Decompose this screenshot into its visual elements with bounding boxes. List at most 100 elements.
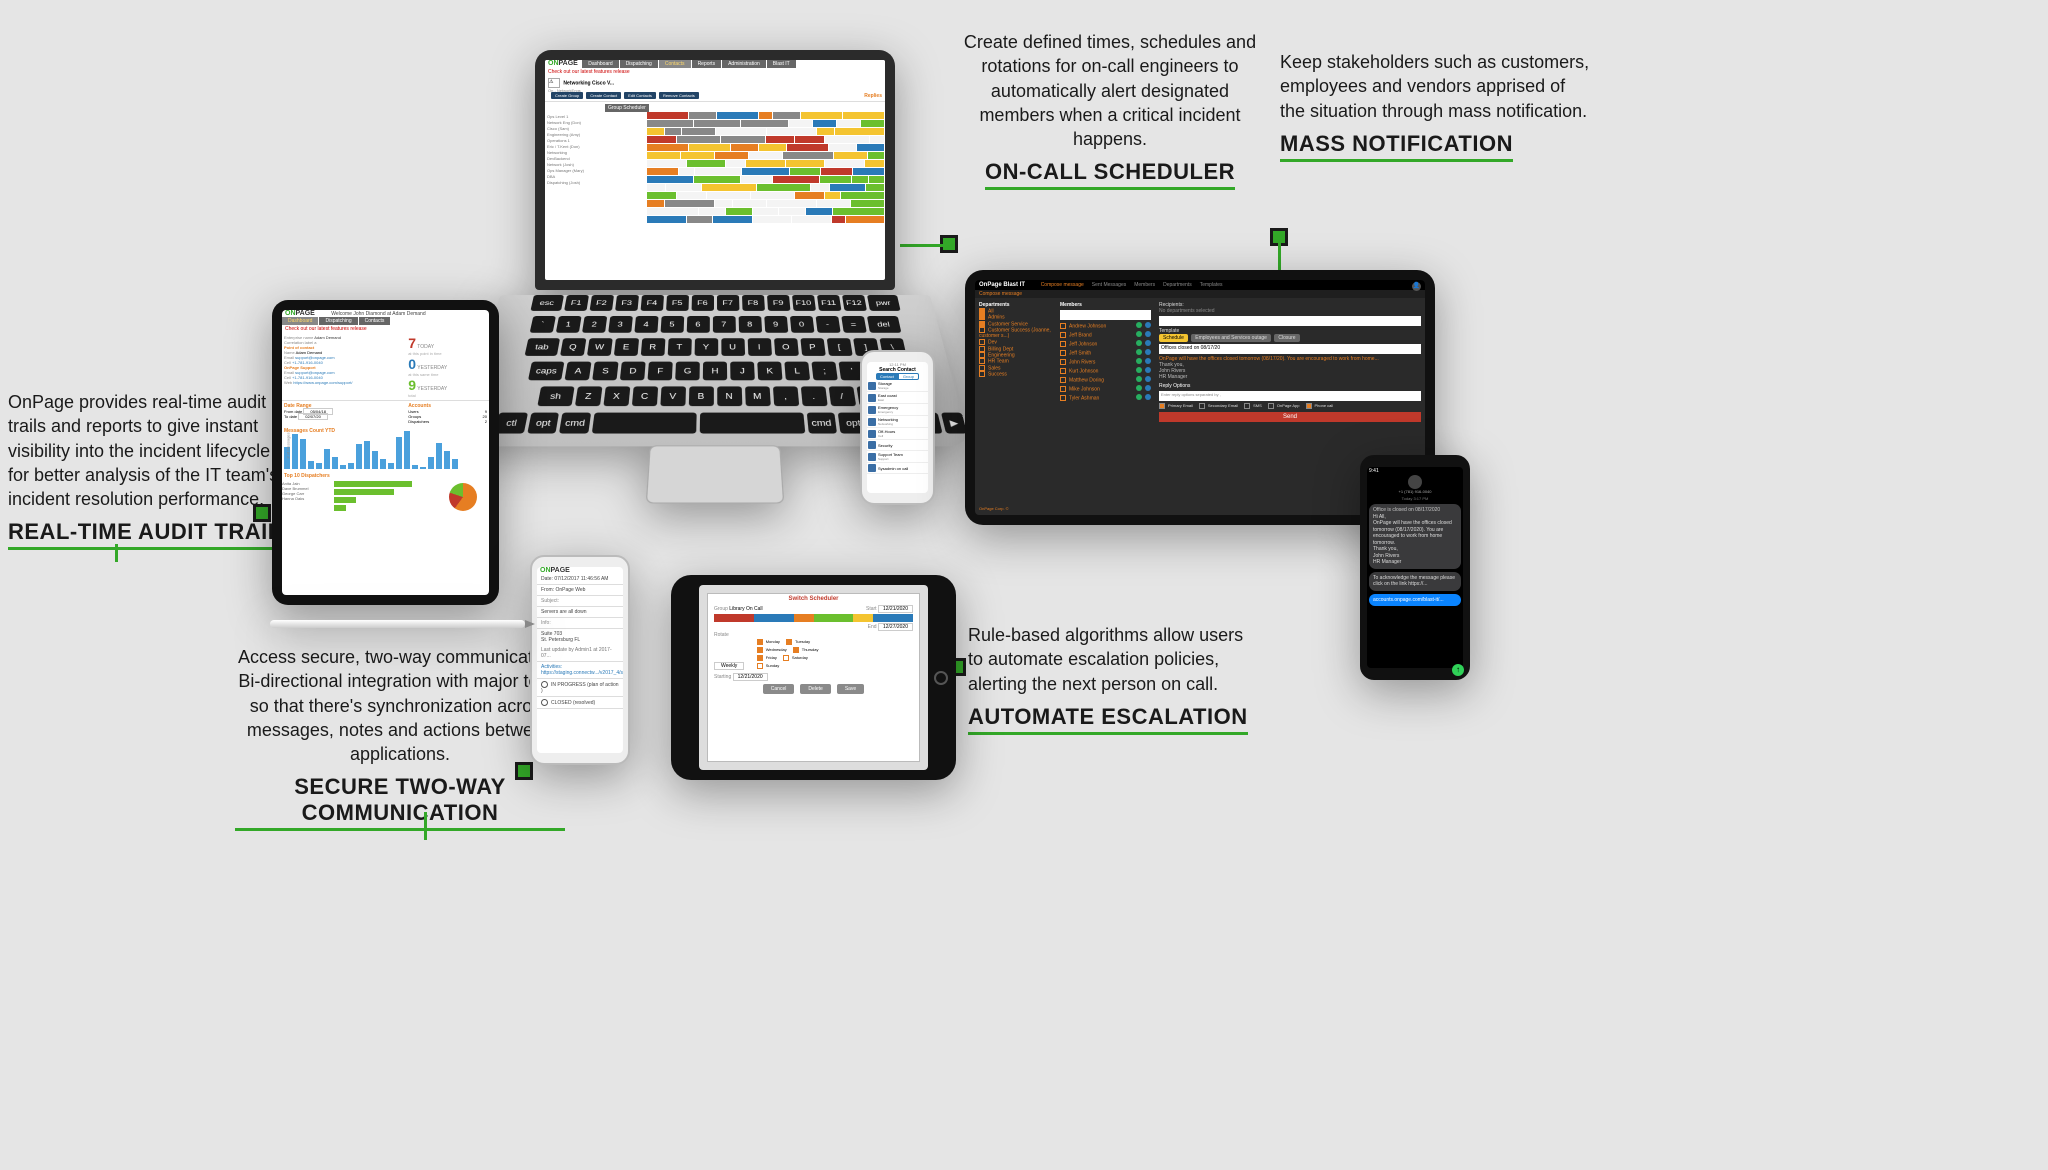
channel-checkbox[interactable]: Phone call (1306, 403, 1334, 408)
nav-tab[interactable]: Administration (722, 60, 766, 68)
esc-start-input[interactable]: 12/21/2020 (878, 605, 913, 613)
callout-desc: Rule-based algorithms allow users to aut… (968, 623, 1263, 696)
group-tab[interactable]: Group (898, 373, 919, 380)
contact-item[interactable]: Off-HoursCell (867, 428, 928, 440)
day-checkbox[interactable]: Tuesday (786, 639, 810, 645)
nav-tab[interactable]: Reports (692, 60, 722, 68)
subject-input[interactable] (1159, 316, 1421, 326)
sms-bubble-link[interactable]: accounts.onpage.com/blast-it/... (1369, 594, 1461, 607)
day-checkbox[interactable]: Monday (757, 639, 780, 645)
esc-end-input[interactable]: 12/27/2020 (878, 623, 913, 631)
person-row[interactable]: Network Eng (Don) (547, 120, 645, 125)
send-button[interactable]: Send (1159, 412, 1421, 422)
channel-checkbox[interactable]: Primary Email (1159, 403, 1193, 408)
member-row[interactable]: Mike Johnson (1060, 385, 1151, 393)
contact-item[interactable]: NetworkingNetworking (867, 416, 928, 428)
member-row[interactable]: John Rivers (1060, 358, 1151, 366)
mass-nav-tab[interactable]: Departments (1163, 282, 1192, 288)
mass-nav-tab[interactable]: Members (1134, 282, 1155, 288)
status-in-progress[interactable]: IN PROGRESS (plan of action ) (537, 679, 623, 697)
nav-tab[interactable]: Dispatching (620, 60, 658, 68)
nav-tab[interactable]: Dashboard (582, 60, 618, 68)
mass-nav-tab[interactable]: Sent Messages (1092, 282, 1126, 288)
member-row[interactable]: Jeff Smith (1060, 349, 1151, 357)
esc-starting-input[interactable]: 12/21/2020 (733, 673, 768, 681)
channel-checkbox[interactable]: OnPage App (1268, 403, 1300, 408)
status-closed[interactable]: CLOSED (resolved) (537, 697, 623, 709)
contact-item[interactable]: Security (867, 440, 928, 451)
member-row[interactable]: Andrew Johnson (1060, 322, 1151, 330)
member-row[interactable]: Matthew Doring (1060, 376, 1151, 384)
home-button-icon[interactable] (934, 671, 948, 685)
member-search-input[interactable] (1060, 310, 1151, 320)
nav-tab[interactable]: Contacts (659, 60, 691, 68)
nav-tab[interactable]: Contacts (359, 317, 391, 325)
status-dot-icon (1145, 367, 1151, 373)
department-row[interactable]: Success (979, 371, 1052, 377)
keyboard-key: K (757, 362, 782, 381)
send-arrow-icon[interactable]: ↑ (1452, 664, 1463, 668)
member-row[interactable]: Jeff Brand (1060, 331, 1151, 339)
toolbar-button[interactable]: Remove Contacts (659, 92, 699, 99)
person-row[interactable]: Ops Manager (Mary) (547, 168, 645, 173)
person-row[interactable]: DevBackend (547, 156, 645, 161)
mass-nav-tab[interactable]: Templates (1200, 282, 1223, 288)
contact-item[interactable]: EmergencyEmergency (867, 404, 928, 416)
to-date-input[interactable]: 02/07/20 (298, 413, 328, 420)
person-row[interactable]: DBA (547, 174, 645, 179)
save-button[interactable]: Save (837, 684, 864, 694)
keyboard-key: cmd (559, 413, 590, 434)
msg-subject: Servers are all down (537, 607, 623, 618)
toolbar-button[interactable]: Create Contact (586, 92, 621, 99)
delete-button[interactable]: Delete (800, 684, 830, 694)
nav-tab[interactable]: Dashboard (282, 317, 318, 325)
group-scheduler-tab[interactable]: Group Scheduler (605, 104, 649, 112)
nav-tab[interactable]: Blast IT (767, 60, 796, 68)
contact-number: +1 (781) 916-0040 (1367, 489, 1463, 494)
person-row[interactable]: Eric / T.Kent (Don) (547, 144, 645, 149)
status-dot-icon (1136, 367, 1142, 373)
member-row[interactable]: Tyler Ashman (1060, 394, 1151, 402)
contact-item[interactable]: Support TeamSupport (867, 451, 928, 463)
body-short-input[interactable]: Offices closed on 08/17/20 (1159, 344, 1421, 354)
person-row[interactable]: Operations 1 (547, 138, 645, 143)
channel-checkbox[interactable]: SMS (1244, 403, 1262, 408)
member-row[interactable]: Jeff Johnson (1060, 340, 1151, 348)
user-avatar-icon[interactable]: 👤 (1412, 282, 1421, 291)
day-checkbox[interactable]: Sunday (757, 663, 780, 669)
person-row[interactable]: Cisco (Sam) (547, 126, 645, 131)
toolbar-button[interactable]: Edit Contacts (624, 92, 656, 99)
reply-options-input[interactable]: Enter reply options separated by , (1159, 391, 1421, 401)
department-row[interactable]: Customer Success (Joanne, customer s...) (979, 327, 1052, 339)
members-header: Members (1060, 302, 1151, 308)
template-pill[interactable]: Schedule (1159, 334, 1188, 342)
status-dot-icon (1136, 394, 1142, 400)
person-row[interactable]: Dispatching (Josh) (547, 180, 645, 185)
person-row[interactable]: Networking (547, 150, 645, 155)
scheduler-grid (647, 112, 885, 224)
contact-item[interactable]: Sysadmin on call (867, 463, 928, 474)
contact-item[interactable]: StorageStorage (867, 380, 928, 392)
onpage-logo: ONPAGE (545, 60, 581, 68)
channel-checkbox[interactable]: Secondary Email (1199, 403, 1238, 408)
day-checkbox[interactable]: Wednesday (757, 647, 787, 653)
day-checkbox[interactable]: Saturday (783, 655, 808, 661)
toolbar-button[interactable]: Create Group (551, 92, 583, 99)
mass-nav-tab[interactable]: Compose message (1041, 282, 1084, 288)
contact-item[interactable]: East coastEast (867, 392, 928, 404)
day-checkbox[interactable]: Friday (757, 655, 777, 661)
template-pill[interactable]: Closure (1274, 334, 1299, 342)
nav-tab[interactable]: Dispatching (319, 317, 357, 325)
rotate-select[interactable]: Weekly (714, 662, 744, 670)
cancel-button[interactable]: Cancel (763, 684, 795, 694)
member-row[interactable]: Kurt Johnson (1060, 367, 1151, 375)
person-row[interactable]: Engineering (Amy) (547, 132, 645, 137)
callout-desc: OnPage provides real-time audit trails a… (8, 390, 288, 511)
person-row[interactable]: Network (Josh) (547, 162, 645, 167)
day-checkbox[interactable]: Thursday (793, 647, 819, 653)
onpage-logo: ONPAGE (537, 567, 573, 575)
contact-tab[interactable]: Contact (876, 373, 898, 380)
msg-link[interactable]: Activities: https://staging.connectw.../… (537, 662, 623, 679)
template-pill[interactable]: Employees and Services outage (1191, 334, 1271, 342)
person-row[interactable]: Ops Level 1 (547, 114, 645, 119)
